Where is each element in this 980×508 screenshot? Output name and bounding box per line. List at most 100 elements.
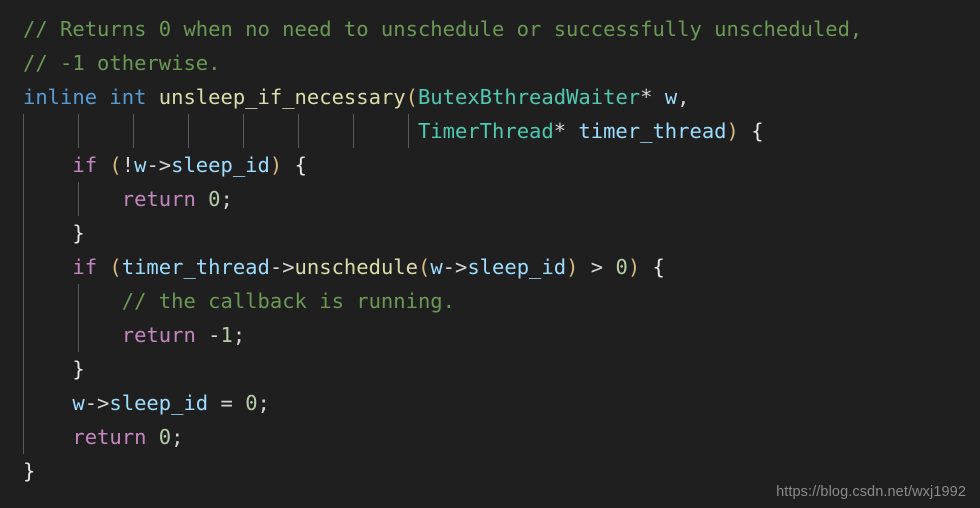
code-line[interactable]: TimerThread* timer_thread) {	[0, 114, 980, 148]
code-token: (	[417, 255, 431, 279]
code-token: return	[72, 425, 147, 449]
code-token: timer_thread	[578, 119, 727, 143]
indent-guide	[23, 148, 24, 182]
code-line[interactable]: }	[0, 216, 980, 250]
code-token: if	[72, 255, 98, 279]
code-line[interactable]: return 0;	[0, 182, 980, 216]
indent-guide	[353, 114, 354, 148]
code-editor[interactable]: // Returns 0 when no need to unschedule …	[0, 0, 980, 508]
code-token: *	[553, 119, 567, 143]
code-token: // the callback is running.	[121, 289, 455, 313]
indent-guide	[408, 114, 409, 148]
code-token: ;	[220, 187, 233, 211]
code-token: // Returns 0 when no need to unschedule …	[23, 17, 863, 41]
code-token: unsleep_if_necessary	[158, 85, 406, 109]
code-token: w	[664, 85, 678, 109]
code-line[interactable]: }	[0, 352, 980, 386]
code-token: >	[590, 255, 604, 279]
code-token: 0	[245, 391, 258, 415]
indent-guide	[23, 284, 24, 318]
code-content[interactable]: // Returns 0 when no need to unschedule …	[0, 12, 980, 488]
code-token: ;	[232, 323, 246, 347]
code-token: sleep_id	[171, 153, 270, 177]
code-token: 0	[615, 255, 628, 279]
code-token: {	[294, 153, 307, 177]
indent-guide	[133, 114, 134, 148]
code-line[interactable]: return 0;	[0, 420, 980, 454]
code-line[interactable]: if (!w->sleep_id) {	[0, 148, 980, 182]
code-token: !	[121, 153, 135, 177]
code-line[interactable]: w->sleep_id = 0;	[0, 386, 980, 420]
code-token: 0	[158, 425, 172, 449]
indent-guide	[188, 114, 189, 148]
indent-guide	[23, 420, 24, 454]
code-token: ->	[269, 255, 295, 279]
code-token: }	[72, 357, 85, 381]
code-token: unschedule	[294, 255, 418, 279]
code-line[interactable]: if (timer_thread->unschedule(w->sleep_id…	[0, 250, 980, 284]
code-token: w	[134, 153, 147, 177]
code-token: }	[72, 221, 85, 245]
code-token: (	[109, 255, 122, 279]
code-token: ButexBthreadWaiter	[417, 85, 641, 109]
indent-guide	[23, 216, 24, 250]
code-token: timer_thread	[121, 255, 270, 279]
code-token: ;	[257, 391, 270, 415]
code-line[interactable]: // the callback is running.	[0, 284, 980, 318]
watermark-label: https://blog.csdn.net/wxj1992	[776, 484, 966, 500]
code-token: *	[640, 85, 653, 109]
code-token: inline	[23, 85, 98, 109]
indent-guide	[78, 284, 79, 318]
code-token: int	[109, 85, 147, 109]
code-line[interactable]: }	[0, 454, 980, 488]
indent-guide	[23, 352, 24, 386]
code-token: 1	[220, 323, 233, 347]
code-line[interactable]: // Returns 0 when no need to unschedule …	[0, 12, 980, 46]
indent-guide	[243, 114, 244, 148]
code-token: )	[269, 153, 283, 177]
indent-guide	[23, 318, 24, 352]
code-token: ,	[677, 85, 690, 109]
code-token: return	[121, 187, 196, 211]
code-token: (	[109, 153, 122, 177]
code-token: =	[220, 391, 233, 415]
code-token: // -1 otherwise.	[23, 51, 221, 75]
code-token: 0	[208, 187, 221, 211]
code-token: {	[652, 255, 665, 279]
code-token: sleep_id	[467, 255, 567, 279]
code-token: )	[627, 255, 641, 279]
code-token: w	[430, 255, 443, 279]
code-token: }	[23, 459, 36, 483]
code-line[interactable]: return -1;	[0, 318, 980, 352]
code-token: )	[726, 119, 739, 143]
code-token: ->	[442, 255, 468, 279]
code-token: -	[208, 323, 221, 347]
code-token: )	[566, 255, 579, 279]
code-token: TimerThread	[417, 119, 554, 143]
indent-guide	[23, 114, 24, 148]
code-line[interactable]: // -1 otherwise.	[0, 46, 980, 80]
code-line[interactable]: inline int unsleep_if_necessary(ButexBth…	[0, 80, 980, 114]
code-token: w	[72, 391, 85, 415]
